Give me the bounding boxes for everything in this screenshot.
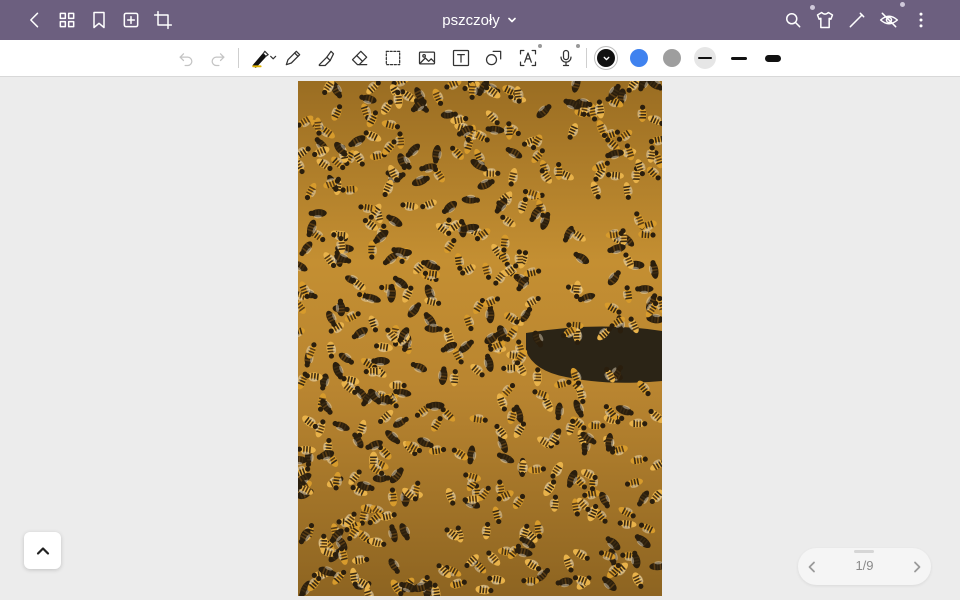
badge-dot [900,2,905,7]
notebook-page[interactable] [298,81,662,596]
shirt-icon[interactable] [810,5,837,32]
search-icon[interactable] [781,8,805,32]
undo-icon[interactable] [174,46,198,70]
redo-icon[interactable] [206,46,230,70]
previous-page-button[interactable] [802,557,822,577]
crop-icon[interactable] [151,8,175,32]
eraser-icon[interactable] [348,46,372,70]
image-icon[interactable] [415,46,439,70]
text-recognition-icon[interactable] [516,44,542,70]
toolbar-divider [586,48,587,68]
text-icon[interactable] [449,46,473,70]
color-swatch-blue[interactable] [630,49,648,67]
toolbar-divider [238,48,239,68]
page-navigator: 1/9 [798,548,931,585]
bees-photo [298,81,662,596]
next-page-button[interactable] [907,557,927,577]
stroke-width-thin[interactable] [694,47,716,69]
lasso-select-icon[interactable] [381,46,405,70]
badge-dot [810,5,815,10]
highlighter-icon[interactable] [314,46,338,70]
chevron-left-icon [808,561,815,573]
color-swatch-black[interactable] [597,49,615,67]
drag-handle[interactable] [854,550,874,553]
shape-icon[interactable] [482,46,506,70]
chevron-up-icon [36,546,49,555]
pen-tool[interactable] [248,46,280,70]
back-icon[interactable] [23,8,47,32]
color-swatch-gray[interactable] [663,49,681,67]
grid-icon[interactable] [55,8,79,32]
scroll-to-top-button[interactable] [24,532,61,569]
chevron-down-icon [603,56,609,60]
microphone-icon[interactable] [554,44,580,70]
stroke-width-medium[interactable] [730,48,748,68]
document-title-dropdown[interactable]: pszczoły [442,12,518,29]
add-page-icon[interactable] [119,8,143,32]
eye-off-icon[interactable] [877,2,905,32]
pencil-icon[interactable] [281,46,305,70]
document-title: pszczoły [442,11,500,29]
bookmark-icon[interactable] [87,8,111,32]
badge-dot [538,44,542,48]
more-icon[interactable] [909,8,933,32]
top-bar: pszczoły [0,0,960,40]
badge-dot [576,44,580,48]
stroke-width-thick[interactable] [764,48,782,68]
drawing-toolbar [0,40,960,77]
page-indicator: 1/9 [855,558,874,573]
chevron-down-icon [507,17,516,23]
chevron-right-icon [914,561,921,573]
pen-icon[interactable] [845,8,869,32]
